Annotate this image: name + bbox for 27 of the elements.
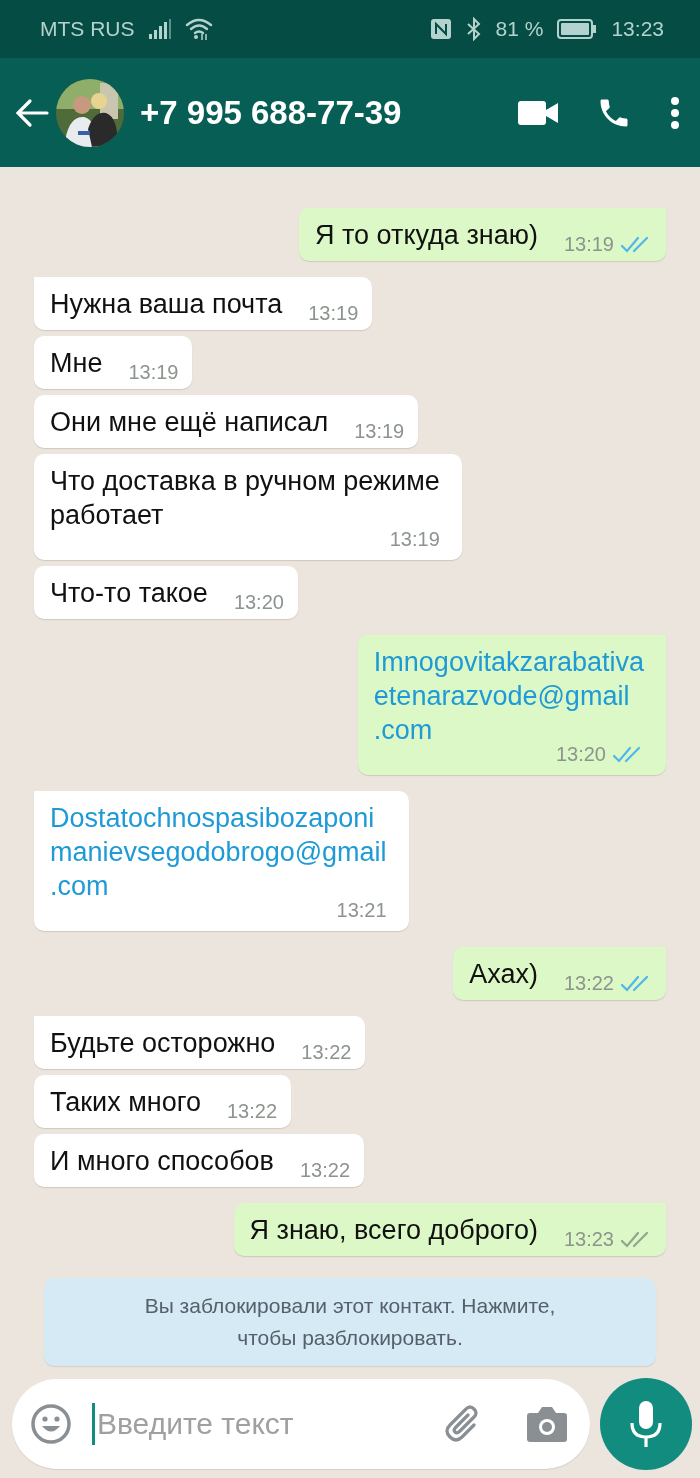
message-text: И много способов xyxy=(50,1145,274,1178)
message-time: 13:20 xyxy=(233,591,284,614)
message-field[interactable]: Введите текст xyxy=(12,1379,590,1469)
message-time: 13:23 xyxy=(563,1228,614,1251)
clock: 13:23 xyxy=(611,17,664,41)
message-text: Таких много xyxy=(50,1086,201,1119)
message-text: Будьте осторожно xyxy=(50,1027,276,1060)
battery-percent: 81 % xyxy=(495,17,544,41)
message-time: 13:19 xyxy=(128,361,179,384)
message-text: Мне xyxy=(50,347,103,380)
message-input[interactable]: Введите текст xyxy=(95,1406,444,1442)
message-time: 13:19 xyxy=(354,420,405,443)
carrier-name: MTS RUS xyxy=(40,17,135,41)
contact-name[interactable]: +7 995 688-77-39 xyxy=(140,93,480,132)
message-time: 13:22 xyxy=(563,972,614,995)
message-time: 13:22 xyxy=(226,1100,277,1123)
message-text: Что-то такое xyxy=(50,577,208,610)
message-text: Я знаю, всего доброго) xyxy=(249,1214,538,1247)
message-time: 13:19 xyxy=(308,302,359,325)
message-time: 13:19 xyxy=(563,233,614,256)
message-time: 13:22 xyxy=(299,1159,350,1182)
message-time: 13:22 xyxy=(301,1041,352,1064)
message-text: Я то откуда знаю) xyxy=(315,219,538,252)
message-text: Нужна ваша почта xyxy=(50,288,283,321)
message-text: Ахах) xyxy=(469,958,538,991)
message-text: Они мне ещё написал xyxy=(50,406,329,439)
blocked-notice[interactable]: Вы заблокировали этот контакт. Нажмите, чтобы разблокировать. xyxy=(44,1278,656,1366)
